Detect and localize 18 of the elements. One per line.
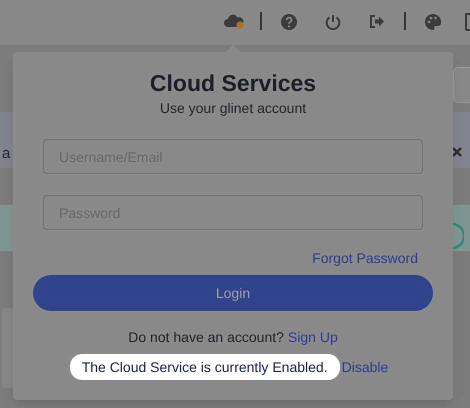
dialog-title: Cloud Services: [150, 69, 316, 98]
cloud-icon[interactable]: [224, 13, 245, 29]
signup-prompt: Do not have an account?: [128, 328, 284, 346]
card-background: [453, 67, 470, 103]
status-message: The Cloud Service is currently Enabled.: [70, 354, 340, 380]
power-icon[interactable]: [325, 14, 341, 30]
banner-text: a: [2, 144, 10, 164]
progress-ring-icon: [450, 222, 464, 250]
device-icon[interactable]: [465, 13, 470, 31]
login-button[interactable]: Login: [33, 275, 433, 311]
forgot-password-link[interactable]: Forgot Password: [312, 249, 418, 267]
disable-link[interactable]: Disable: [342, 358, 388, 376]
logout-icon[interactable]: [369, 15, 385, 28]
dialog-subtitle: Use your glinet account: [160, 99, 306, 117]
help-icon[interactable]: [281, 14, 297, 30]
close-icon[interactable]: [452, 147, 462, 157]
palette-icon[interactable]: [425, 14, 441, 30]
sign-up-link[interactable]: Sign Up: [288, 328, 338, 346]
